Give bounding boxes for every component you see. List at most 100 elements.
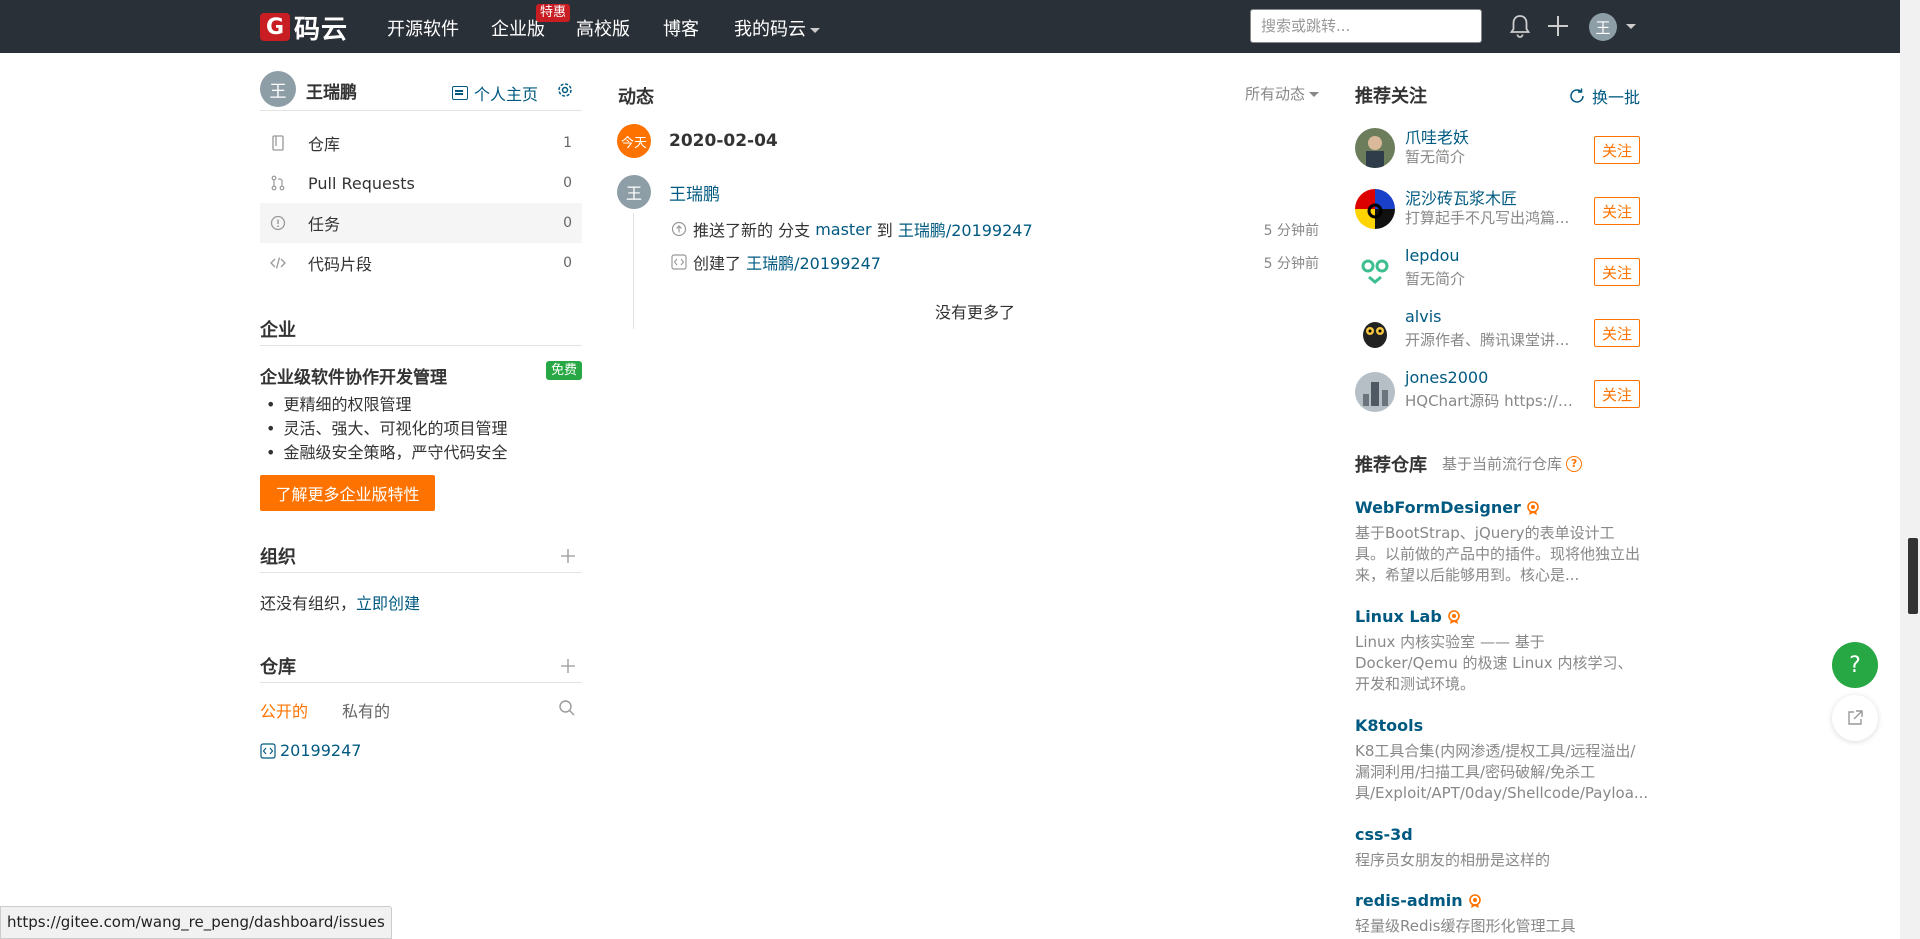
feed-filter-dropdown[interactable]: 所有动态 <box>1245 83 1319 104</box>
scrollbar-thumb[interactable] <box>1908 538 1918 614</box>
tab-public-repos[interactable]: 公开的 <box>260 698 308 722</box>
avatar[interactable]: 王 <box>617 175 651 209</box>
activity-time: 5 分钟前 <box>1263 256 1319 272</box>
recommended-user-name[interactable]: 爪哇老妖 <box>1405 124 1469 148</box>
recommended-user-desc: 暂无简介 <box>1405 148 1466 166</box>
recommended-repo-link[interactable]: K8tools <box>1355 716 1640 735</box>
divider <box>260 682 582 683</box>
plus-icon[interactable] <box>1546 14 1570 38</box>
sidebar-item-count: 1 <box>563 135 572 151</box>
sidebar-item-pull-requests[interactable]: Pull Requests 0 <box>260 163 582 203</box>
nav-education[interactable]: 高校版 <box>576 15 630 41</box>
scrollbar[interactable] <box>1900 0 1920 939</box>
add-repo-plus-icon[interactable] <box>560 658 576 674</box>
activity-text: 创建了 <box>693 254 742 273</box>
nav-my-gitee-label: 我的码云 <box>734 19 806 40</box>
avatar[interactable] <box>1355 311 1395 351</box>
branch-link[interactable]: master <box>815 220 871 239</box>
activity-user-link[interactable]: 王瑞鹏 <box>669 180 720 205</box>
repo-list-item[interactable]: 20199247 <box>260 741 361 760</box>
recommended-user-desc: 暂无简介 <box>1405 270 1466 288</box>
follow-button[interactable]: 关注 <box>1594 197 1640 225</box>
recommended-repo-name: redis-admin <box>1355 891 1463 910</box>
recommended-user: 泥沙砖瓦浆木匠 打算起手不凡写出鸿篇... 关注 <box>1355 185 1640 233</box>
recommended-user: 爪哇老妖 暂无简介 关注 <box>1355 124 1640 172</box>
today-badge: 今天 <box>617 124 651 158</box>
avatar[interactable] <box>1355 372 1395 412</box>
search-input[interactable] <box>1250 9 1482 43</box>
share-button[interactable] <box>1832 695 1878 741</box>
tab-private-repos[interactable]: 私有的 <box>342 698 390 722</box>
sidebar-item-count: 0 <box>563 175 572 191</box>
gitee-logo[interactable]: G 码云 <box>260 12 348 45</box>
sidebar-item-snippets[interactable]: 代码片段 0 <box>260 243 582 283</box>
recommended-user-name[interactable]: lepdou <box>1405 246 1460 265</box>
recommended-repo: css-3d 程序员女朋友的相册是这样的 <box>1355 825 1640 871</box>
enterprise-subtitle: 企业级软件协作开发管理 <box>260 368 447 388</box>
avatar[interactable] <box>1355 189 1395 229</box>
recommended-user: lepdou 暂无简介 关注 <box>1355 246 1640 294</box>
search-icon[interactable] <box>558 699 576 717</box>
org-section-title: 组织 <box>260 547 296 568</box>
recommended-user-name[interactable]: jones2000 <box>1405 368 1488 387</box>
recommended-user-name[interactable]: 泥沙砖瓦浆木匠 <box>1405 185 1517 209</box>
push-icon <box>671 221 687 237</box>
help-button[interactable]: ? <box>1832 642 1878 688</box>
no-more-text: 没有更多了 <box>935 303 1016 322</box>
recommended-repo-link[interactable]: WebFormDesigner <box>1355 498 1640 517</box>
recommended-user-desc: 打算起手不凡写出鸿篇... <box>1405 209 1570 227</box>
activity-text: 到 <box>876 221 893 240</box>
top-navbar: G 码云 开源软件 企业版 特惠 高校版 博客 我的码云 王 <box>0 0 1900 53</box>
recommended-repo: WebFormDesigner 基于BootStrap、jQuery的表单设计工… <box>1355 498 1640 586</box>
sidebar-item-issues[interactable]: 任务 0 <box>260 203 582 243</box>
org-empty-label: 还没有组织， <box>260 594 357 613</box>
refresh-button[interactable]: 换一批 <box>1568 84 1640 108</box>
avatar[interactable]: 王 <box>260 71 296 107</box>
user-avatar[interactable]: 王 <box>1589 13 1617 41</box>
follow-button[interactable]: 关注 <box>1594 319 1640 347</box>
user-header: 王 王瑞鹏 个人主页 <box>260 71 582 111</box>
pull-request-icon <box>271 175 285 191</box>
recommended-repo-name: K8tools <box>1355 716 1424 735</box>
follow-button[interactable]: 关注 <box>1594 258 1640 286</box>
user-name[interactable]: 王瑞鹏 <box>306 78 357 103</box>
recommended-repos-subtitle: 基于当前流行仓库? <box>1442 453 1583 474</box>
nav-my-gitee[interactable]: 我的码云 <box>734 15 820 41</box>
homepage-link[interactable]: 个人主页 <box>452 81 538 105</box>
help-icon[interactable]: ? <box>1566 455 1583 472</box>
create-org-link[interactable]: 立即创建 <box>356 594 420 613</box>
sidebar-item-count: 0 <box>563 215 572 231</box>
refresh-label: 换一批 <box>1591 88 1640 107</box>
repo-icon <box>272 135 284 151</box>
recommended-repos-subtitle-label: 基于当前流行仓库 <box>1442 455 1563 473</box>
recommended-repo-link[interactable]: redis-admin <box>1355 891 1640 910</box>
gear-icon[interactable] <box>556 81 574 99</box>
feed-date: 2020-02-04 <box>669 131 778 151</box>
avatar[interactable] <box>1355 250 1395 290</box>
recommended-user-desc: 开源作者、腾讯课堂讲... <box>1405 331 1570 349</box>
list-item: 灵活、强大、可视化的项目管理 <box>266 417 507 441</box>
activity-time: 5 分钟前 <box>1263 223 1319 239</box>
nav-open-source[interactable]: 开源软件 <box>387 15 459 41</box>
sidebar-item-count: 0 <box>563 255 572 271</box>
feed-title: 动态 <box>618 87 654 108</box>
follow-button[interactable]: 关注 <box>1594 380 1640 408</box>
timeline-line <box>633 213 634 329</box>
enterprise-learn-more-button[interactable]: 了解更多企业版特性 <box>260 475 435 511</box>
add-org-plus-icon[interactable] <box>560 548 576 564</box>
nav-blog[interactable]: 博客 <box>663 15 699 41</box>
recommended-repo: redis-admin 轻量级Redis缓存图形化管理工具 <box>1355 891 1640 937</box>
follow-button[interactable]: 关注 <box>1594 136 1640 164</box>
recommended-repo-link[interactable]: css-3d <box>1355 825 1640 844</box>
avatar[interactable] <box>1355 128 1395 168</box>
recommended-repo-name: css-3d <box>1355 825 1413 844</box>
repo-link[interactable]: 王瑞鹏/20199247 <box>898 217 1033 241</box>
org-empty-text: 还没有组织，立即创建 <box>260 590 420 614</box>
repo-link[interactable]: 王瑞鹏/20199247 <box>746 250 881 274</box>
recommended-repo-link[interactable]: Linux Lab <box>1355 607 1640 626</box>
sidebar-item-repos[interactable]: 仓库 1 <box>260 123 582 163</box>
feed-filter-label: 所有动态 <box>1244 85 1305 103</box>
bell-icon[interactable] <box>1508 13 1532 39</box>
chevron-down-icon[interactable] <box>1626 24 1636 29</box>
recommended-user-name[interactable]: alvis <box>1405 307 1442 326</box>
